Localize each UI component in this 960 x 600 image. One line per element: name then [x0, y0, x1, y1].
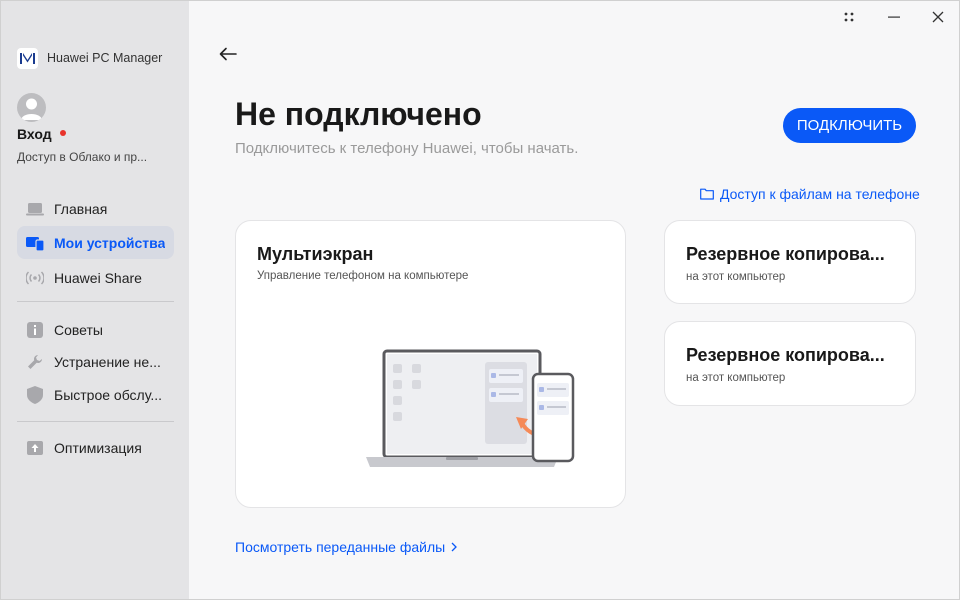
sidebar-item-label: Мои устройства — [54, 234, 166, 251]
notification-dot — [60, 130, 66, 136]
app-window: Huawei PC Manager Вход Доступ в Облако и… — [0, 0, 960, 600]
sidebar-item-optimization[interactable]: Оптимизация — [17, 431, 174, 464]
transferred-files-label: Посмотреть переданные файлы — [235, 539, 446, 555]
backup-card-subtitle: на этот компьютер — [686, 372, 786, 384]
folder-icon — [700, 188, 714, 200]
drag-icon[interactable] — [839, 7, 859, 27]
share-signal-icon — [26, 269, 44, 287]
sidebar-item-huawei-share[interactable]: Huawei Share — [17, 261, 174, 294]
sidebar-divider — [17, 301, 174, 302]
app-logo-icon — [17, 48, 38, 69]
multiscreen-illustration — [366, 349, 575, 467]
sidebar-item-tips[interactable]: Советы — [17, 313, 174, 346]
back-button[interactable] — [217, 43, 239, 65]
sidebar: Huawei PC Manager Вход Доступ в Облако и… — [1, 1, 189, 599]
connect-button[interactable]: ПОДКЛЮЧИТЬ — [783, 108, 916, 143]
backup-card-title: Резервное копирова... — [686, 244, 885, 264]
user-icon — [21, 98, 42, 120]
laptop-icon — [26, 200, 44, 218]
phone-files-link-label: Доступ к файлам на телефоне — [720, 186, 920, 202]
sidebar-item-label: Главная — [54, 200, 108, 217]
app-title: Huawei PC Manager — [47, 51, 163, 65]
page-title: Не подключено — [235, 96, 482, 132]
arrow-left-icon — [219, 47, 237, 61]
multiscreen-card[interactable]: Мультиэкран Управление телефоном на комп… — [235, 220, 626, 508]
close-icon[interactable] — [928, 7, 948, 27]
sidebar-divider — [17, 421, 174, 422]
shield-icon — [26, 385, 44, 404]
multiscreen-subtitle: Управление телефоном на компьютере — [257, 270, 469, 282]
cloud-access-label[interactable]: Доступ в Облако и пр... — [17, 150, 177, 164]
backup-card[interactable]: Резервное копирова... на этот компьютер — [664, 321, 916, 406]
login-label[interactable]: Вход — [17, 126, 52, 142]
minimize-icon[interactable] — [884, 7, 904, 27]
sidebar-item-label: Оптимизация — [54, 439, 142, 456]
sidebar-item-label: Huawei Share — [54, 269, 142, 286]
backup-card[interactable]: Резервное копирова... на этот компьютер — [664, 220, 916, 304]
backup-card-title: Резервное копирова... — [686, 345, 885, 365]
wrench-icon — [26, 353, 44, 371]
sidebar-item-label: Устранение не... — [54, 353, 161, 370]
phone-files-link[interactable]: Доступ к файлам на телефоне — [700, 186, 920, 202]
sidebar-item-troubleshoot[interactable]: Устранение не... — [17, 345, 174, 378]
transferred-files-link[interactable]: Посмотреть переданные файлы — [235, 539, 458, 555]
optimize-icon — [26, 439, 44, 457]
chevron-right-icon — [451, 542, 458, 552]
backup-card-subtitle: на этот компьютер — [686, 271, 786, 283]
devices-icon — [26, 234, 44, 252]
multiscreen-title: Мультиэкран — [257, 244, 374, 264]
tips-icon — [26, 321, 44, 339]
sidebar-item-label: Советы — [54, 321, 103, 338]
sidebar-item-home[interactable]: Главная — [17, 192, 174, 225]
sidebar-item-quick-service[interactable]: Быстрое обслу... — [17, 378, 174, 411]
sidebar-item-label: Быстрое обслу... — [54, 386, 162, 403]
page-subtitle: Подключитесь к телефону Huawei, чтобы на… — [235, 140, 579, 157]
avatar[interactable] — [17, 93, 46, 122]
sidebar-item-my-devices[interactable]: Мои устройства — [17, 226, 174, 259]
